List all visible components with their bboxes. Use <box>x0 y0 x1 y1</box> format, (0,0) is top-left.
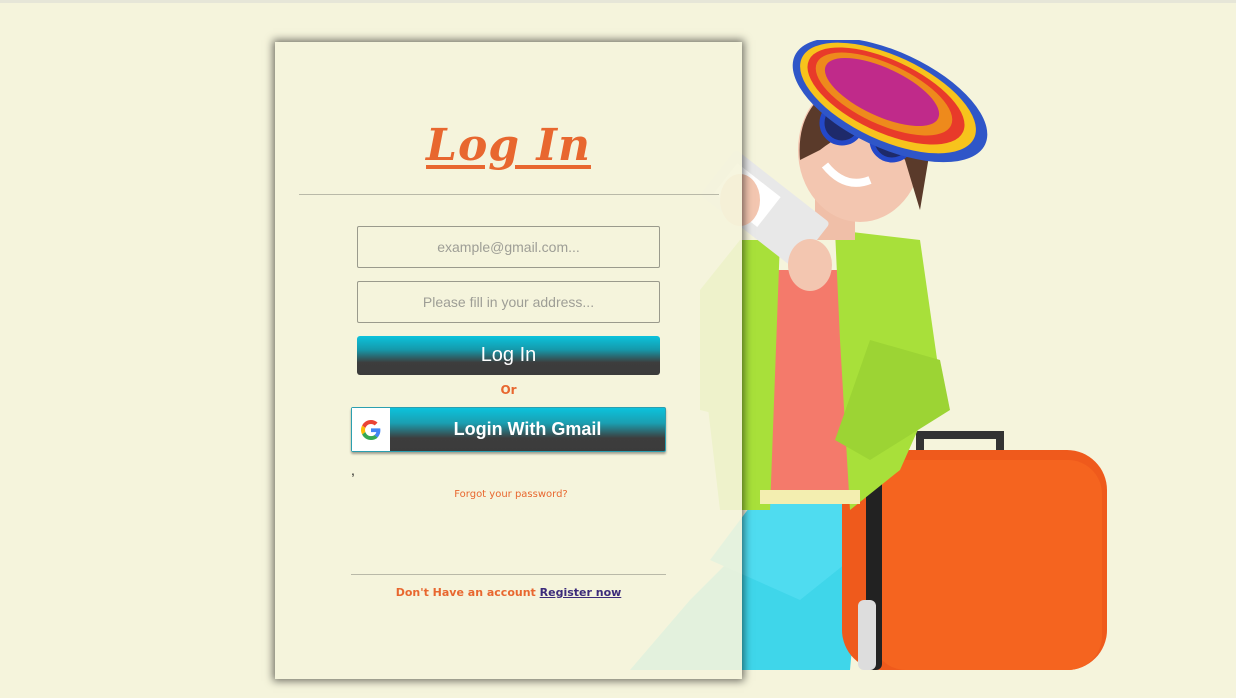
or-separator: Or <box>500 383 517 397</box>
stray-text: , <box>351 462 355 478</box>
login-with-gmail-button[interactable]: Login With Gmail <box>351 407 666 452</box>
google-icon <box>352 408 390 451</box>
gmail-button-label: Login With Gmail <box>453 419 602 439</box>
title-divider <box>299 194 719 195</box>
register-now-link[interactable]: Register now <box>540 586 622 599</box>
bottom-divider <box>351 574 666 575</box>
email-input[interactable] <box>357 226 660 268</box>
page-title: Log In <box>426 120 591 171</box>
forgot-password-link[interactable]: Forgot your password? <box>275 489 747 500</box>
top-border <box>0 0 1236 3</box>
register-line: Don't Have an account Register now <box>275 586 742 599</box>
register-prompt: Don't Have an account <box>395 586 536 599</box>
login-button[interactable]: Log In <box>357 336 660 375</box>
login-card: Log In Log In Or Login With Gmail , Forg… <box>275 42 742 679</box>
address-input[interactable] <box>357 281 660 323</box>
